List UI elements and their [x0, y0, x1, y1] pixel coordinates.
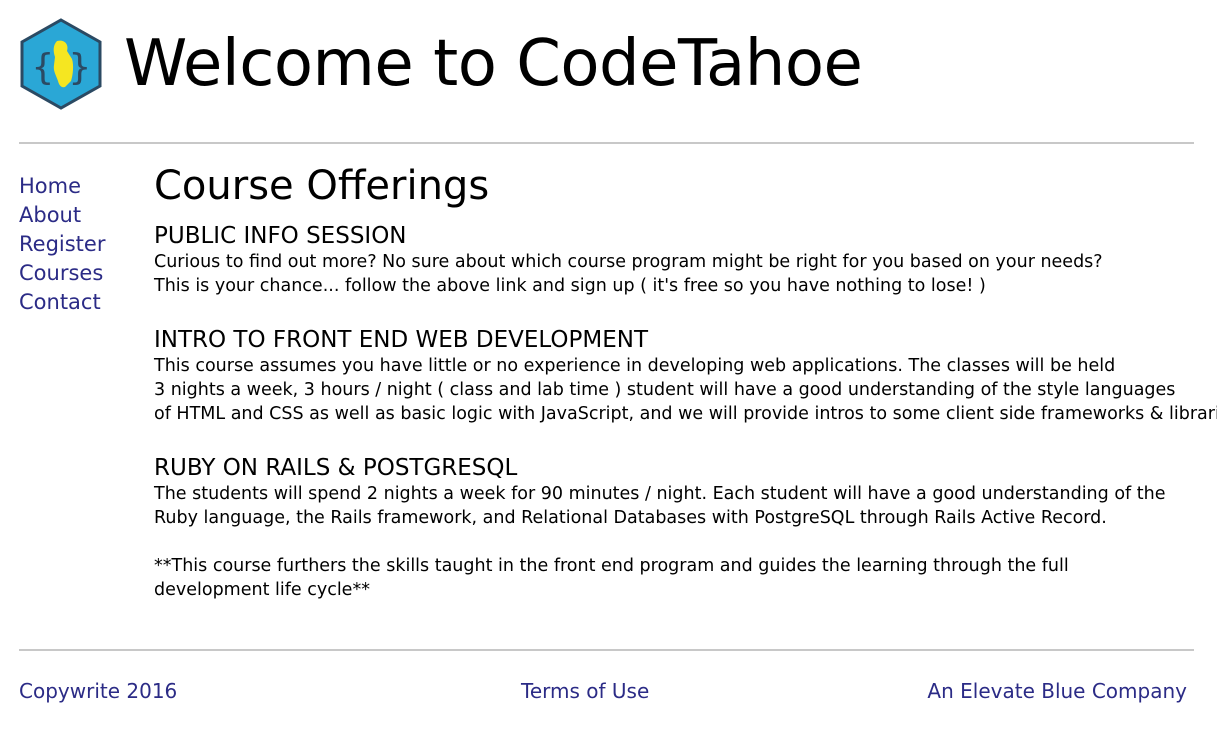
section-text-line: The students will spend 2 nights a week …	[154, 484, 1166, 504]
site-title: Welcome to CodeTahoe	[124, 27, 863, 101]
svg-text:{: {	[32, 47, 54, 88]
section-title: RUBY ON RAILS & POSTGRESQL	[154, 455, 518, 481]
section-title: INTRO TO FRONT END WEB DEVELOPMENT	[154, 327, 649, 353]
nav-link-home[interactable]: Home	[19, 172, 139, 201]
terms-of-use-link[interactable]: Terms of Use	[521, 675, 649, 707]
nav-link-courses[interactable]: Courses	[19, 259, 139, 288]
note-text-line: development life cycle**	[154, 580, 370, 600]
course-ruby-on-rails: RUBY ON RAILS & POSTGRESQL The students …	[154, 454, 1194, 602]
site-footer: Copywrite 2016 Terms of Use An Elevate B…	[19, 675, 1187, 707]
footer-divider	[19, 649, 1194, 651]
course-note: **This course furthers the skills taught…	[154, 554, 1194, 602]
copyright-link[interactable]: Copywrite 2016	[19, 675, 177, 707]
section-text-line: This is your chance... follow the above …	[154, 276, 986, 296]
svg-text:}: }	[69, 47, 91, 88]
note-text-line: **This course furthers the skills taught…	[154, 556, 1069, 576]
section-text-line: This course assumes you have little or n…	[154, 356, 1116, 376]
section-title: PUBLIC INFO SESSION	[154, 223, 407, 249]
nav-link-contact[interactable]: Contact	[19, 288, 139, 317]
codetahoe-logo-icon: { }	[20, 18, 102, 110]
section-text-line: of HTML and CSS as well as basic logic w…	[154, 404, 1217, 424]
page: { } Welcome to CodeTahoe Home About Regi…	[0, 0, 1217, 747]
course-public-info-session: PUBLIC INFO SESSION Curious to find out …	[154, 222, 1194, 298]
nav-link-about[interactable]: About	[19, 201, 139, 230]
sidebar-nav: Home About Register Courses Contact	[19, 172, 139, 317]
section-text-line: 3 nights a week, 3 hours / night ( class…	[154, 380, 1176, 400]
header-divider	[19, 142, 1194, 144]
site-header: { } Welcome to CodeTahoe	[19, 16, 863, 112]
company-link[interactable]: An Elevate Blue Company	[927, 675, 1187, 707]
nav-link-register[interactable]: Register	[19, 230, 139, 259]
page-title: Course Offerings	[154, 163, 490, 209]
main-content: Course Offerings PUBLIC INFO SESSION Cur…	[154, 160, 1217, 602]
course-intro-front-end: INTRO TO FRONT END WEB DEVELOPMENT This …	[154, 326, 1217, 426]
section-text-line: Curious to find out more? No sure about …	[154, 252, 1103, 272]
section-text-line: Ruby language, the Rails framework, and …	[154, 508, 1107, 528]
